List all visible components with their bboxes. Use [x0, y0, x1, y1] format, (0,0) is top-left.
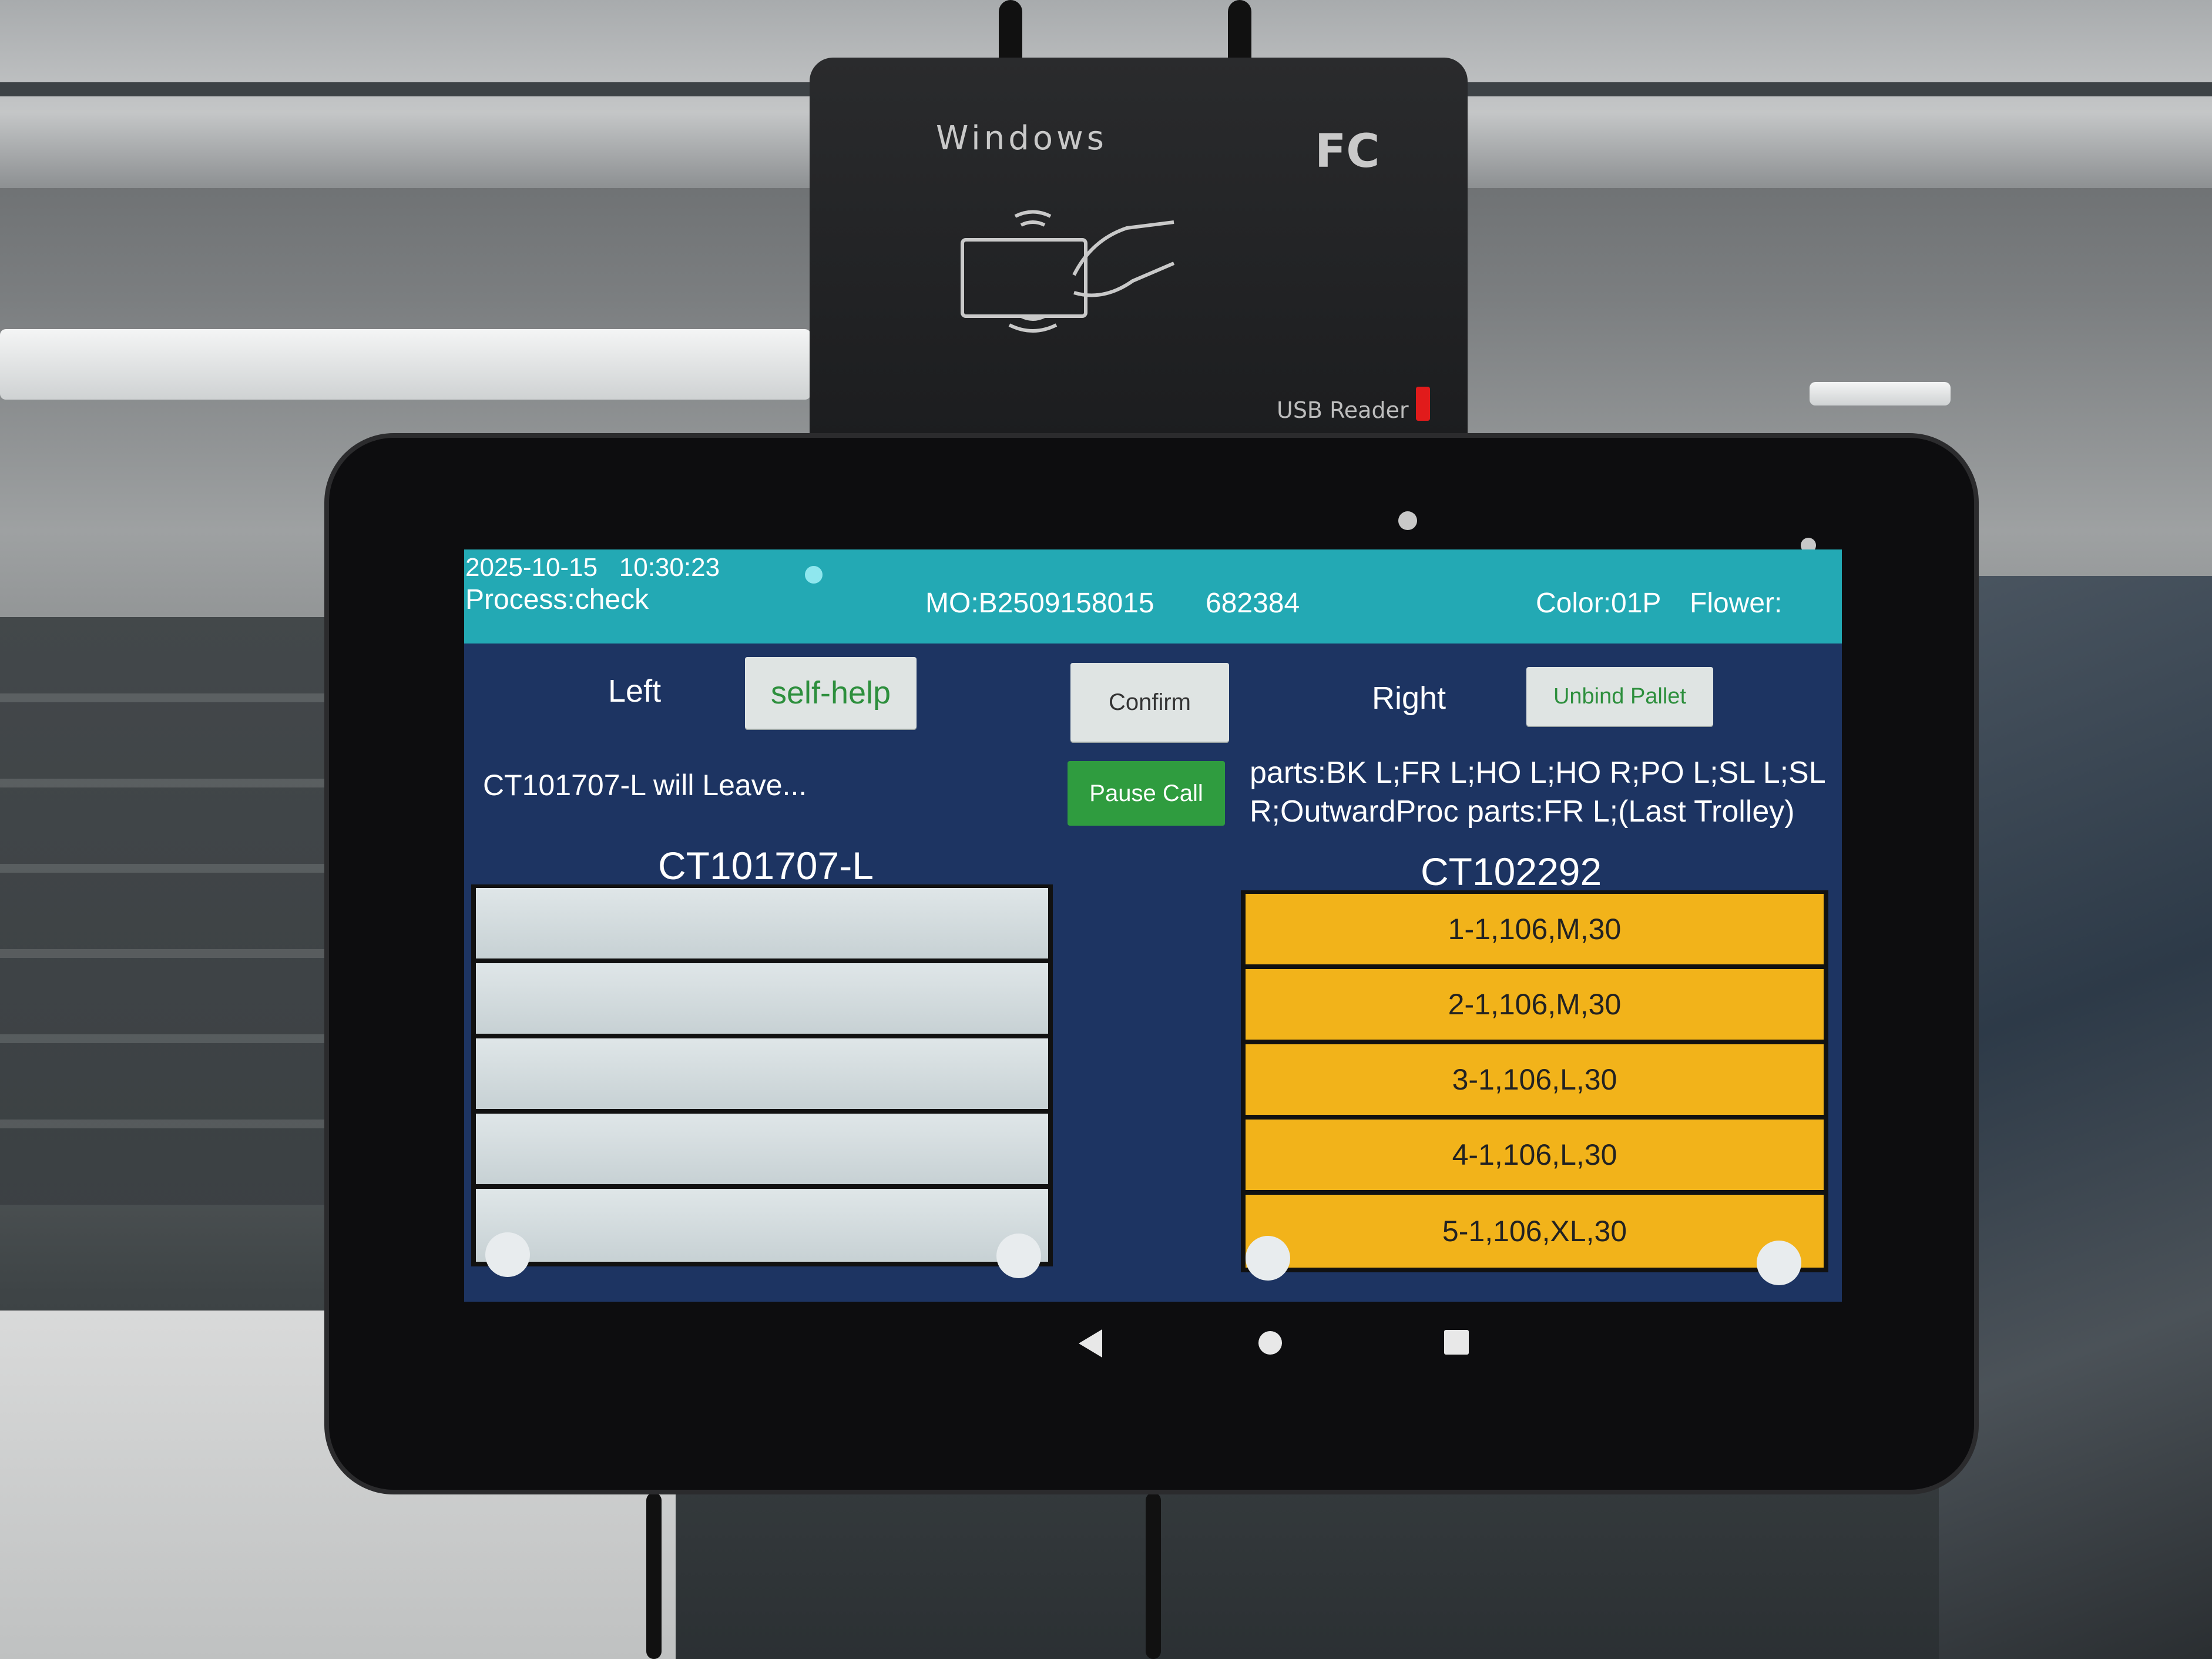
card-tap-icon	[961, 210, 1175, 333]
date-time: 2025-10-15 10:30:23	[465, 553, 720, 582]
right-slot-1[interactable]: 1-1,106,M,30	[1246, 894, 1824, 964]
fcc-mark: FC	[1315, 125, 1380, 178]
pause-call-button[interactable]: Pause Call	[1068, 761, 1225, 826]
color-text: Color:01P	[1536, 588, 1661, 619]
left-trolley-wheel	[485, 1232, 530, 1277]
reader-brand: Windows	[936, 119, 1107, 157]
left-trolley-rack	[471, 884, 1053, 1266]
time-text: 10:30:23	[619, 553, 720, 582]
parts-info: parts:BK L;FR L;HO L;HO R;PO L;SL L;SL R…	[1250, 756, 1825, 829]
system-nav-bar	[464, 1302, 1842, 1413]
usb-card-reader: Windows FC USB Reader	[810, 58, 1468, 463]
right-slot-5[interactable]: 5-1,106,XL,30	[1246, 1195, 1824, 1268]
right-slot-4[interactable]: 4-1,106,L,30	[1246, 1120, 1824, 1190]
confirm-button[interactable]: Confirm	[1070, 663, 1229, 742]
ceiling-light	[1810, 382, 1951, 405]
date-text: 2025-10-15	[465, 553, 598, 582]
right-trolley-rack: 1-1,106,M,30 2-1,106,M,30 3-1,106,L,30 4…	[1241, 890, 1828, 1272]
reader-label: USB Reader	[1277, 397, 1409, 423]
recents-icon[interactable]	[1444, 1330, 1469, 1355]
background-conveyor	[1939, 576, 2212, 1659]
home-icon[interactable]	[1258, 1331, 1282, 1355]
right-trolley-id: CT102292	[1421, 850, 1602, 893]
right-slot-3[interactable]: 3-1,106,L,30	[1246, 1044, 1824, 1115]
app-screen: 2025-10-15 10:30:23 Process:check MO:B25…	[464, 549, 1842, 1302]
back-icon[interactable]	[1076, 1328, 1105, 1359]
right-trolley-wheel	[1246, 1236, 1290, 1281]
process-text: Process:check	[465, 584, 649, 615]
leave-message: CT101707-L will Leave...	[483, 769, 807, 802]
left-slot-5[interactable]	[476, 1189, 1048, 1262]
right-slot-2[interactable]: 2-1,106,M,30	[1246, 969, 1824, 1040]
connection-indicator	[805, 566, 823, 584]
left-slot-3[interactable]	[476, 1038, 1048, 1109]
cable	[1146, 1493, 1161, 1659]
unbind-pallet-button[interactable]: Unbind Pallet	[1526, 667, 1713, 726]
flower-text: Flower:	[1690, 588, 1783, 619]
tablet-device: 2025-10-15 10:30:23 Process:check MO:B25…	[329, 438, 1974, 1490]
right-label: Right	[1372, 681, 1446, 716]
left-label: Left	[608, 673, 662, 709]
front-camera	[1398, 511, 1417, 530]
self-help-button[interactable]: self-help	[745, 657, 917, 729]
left-slot-1[interactable]	[476, 888, 1048, 958]
left-slot-4[interactable]	[476, 1114, 1048, 1184]
left-trolley-wheel	[996, 1234, 1041, 1278]
order-code: 682384	[1206, 588, 1300, 619]
status-header: 2025-10-15 10:30:23 Process:check MO:B25…	[464, 549, 1842, 644]
ceiling-light	[0, 329, 811, 400]
left-trolley-id: CT101707-L	[658, 844, 874, 887]
cable	[646, 1493, 662, 1659]
background-shelf	[0, 617, 341, 1205]
right-trolley-wheel	[1757, 1241, 1801, 1285]
left-slot-2[interactable]	[476, 963, 1048, 1034]
power-led	[1416, 387, 1430, 421]
mo-number: MO:B2509158015	[925, 588, 1154, 619]
